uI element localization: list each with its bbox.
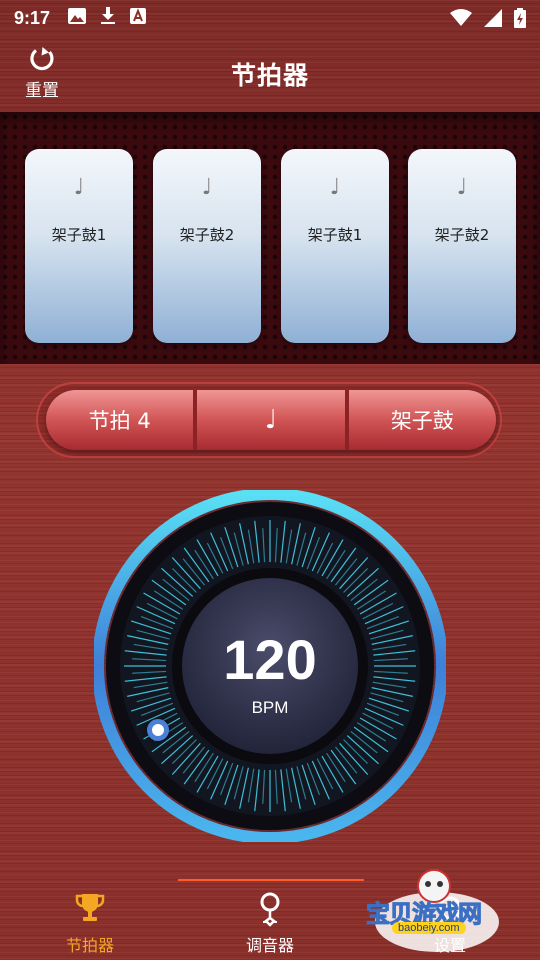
quarter-note-icon: ♩ [73,175,85,200]
sound-select-button[interactable]: 架子鼓 [344,390,496,450]
tuner-pin-icon [210,892,330,928]
watermark-logo: 宝贝游戏网 baobeiy.com [362,862,512,958]
font-app-icon [130,7,147,29]
quarter-note-icon: ♩ [329,175,341,200]
nav-label: 节拍器 [65,936,114,955]
wifi-icon [450,9,472,26]
bpm-value: 120 [223,628,317,691]
beat-label: 架子鼓2 [179,226,235,244]
status-right-icons [450,8,526,28]
download-icon [100,6,116,30]
nav-tab-metronome[interactable]: 节拍器 [30,892,150,956]
status-bar: 9:17 [0,0,540,36]
beats-per-measure-button[interactable]: 节拍 4 [46,390,194,450]
watermark-url: baobeiy.com [392,922,466,934]
control-bar: 节拍 4 ♩ 架子鼓 [46,390,496,450]
status-time: 9:17 [14,7,51,28]
dial-knob[interactable] [147,719,169,741]
image-notification-icon [68,7,87,29]
nav-indicator [178,879,364,881]
page-title: 节拍器 [230,61,309,90]
beat-card-3[interactable]: ♩ 架子鼓1 [281,149,389,343]
battery-icon [514,8,526,28]
tempo-dial[interactable]: 120 BPM [94,490,446,842]
beat-label: 架子鼓2 [434,226,490,244]
beat-card-2[interactable]: ♩ 架子鼓2 [153,149,261,343]
quarter-note-icon: ♩ [456,175,468,200]
beats-panel: ♩ 架子鼓1 ♩ 架子鼓2 ♩ 架子鼓1 ♩ 架子鼓2 [0,112,540,364]
control-bar-frame: 节拍 4 ♩ 架子鼓 [36,382,502,458]
signal-icon [484,9,502,27]
quarter-note-icon: ♩ [201,175,213,200]
beat-label: 架子鼓1 [307,226,363,244]
trophy-icon [30,892,150,928]
beat-card-4[interactable]: ♩ 架子鼓2 [408,149,516,343]
nav-tab-tuner[interactable]: 调音器 [210,892,330,956]
nav-label: 调音器 [245,936,294,955]
beat-label: 架子鼓1 [51,226,107,244]
beat-card-1[interactable]: ♩ 架子鼓1 [25,149,133,343]
app-header: 重置 节拍器 [0,36,540,112]
note-value-button[interactable]: ♩ [193,390,345,450]
bpm-unit: BPM [251,698,289,717]
